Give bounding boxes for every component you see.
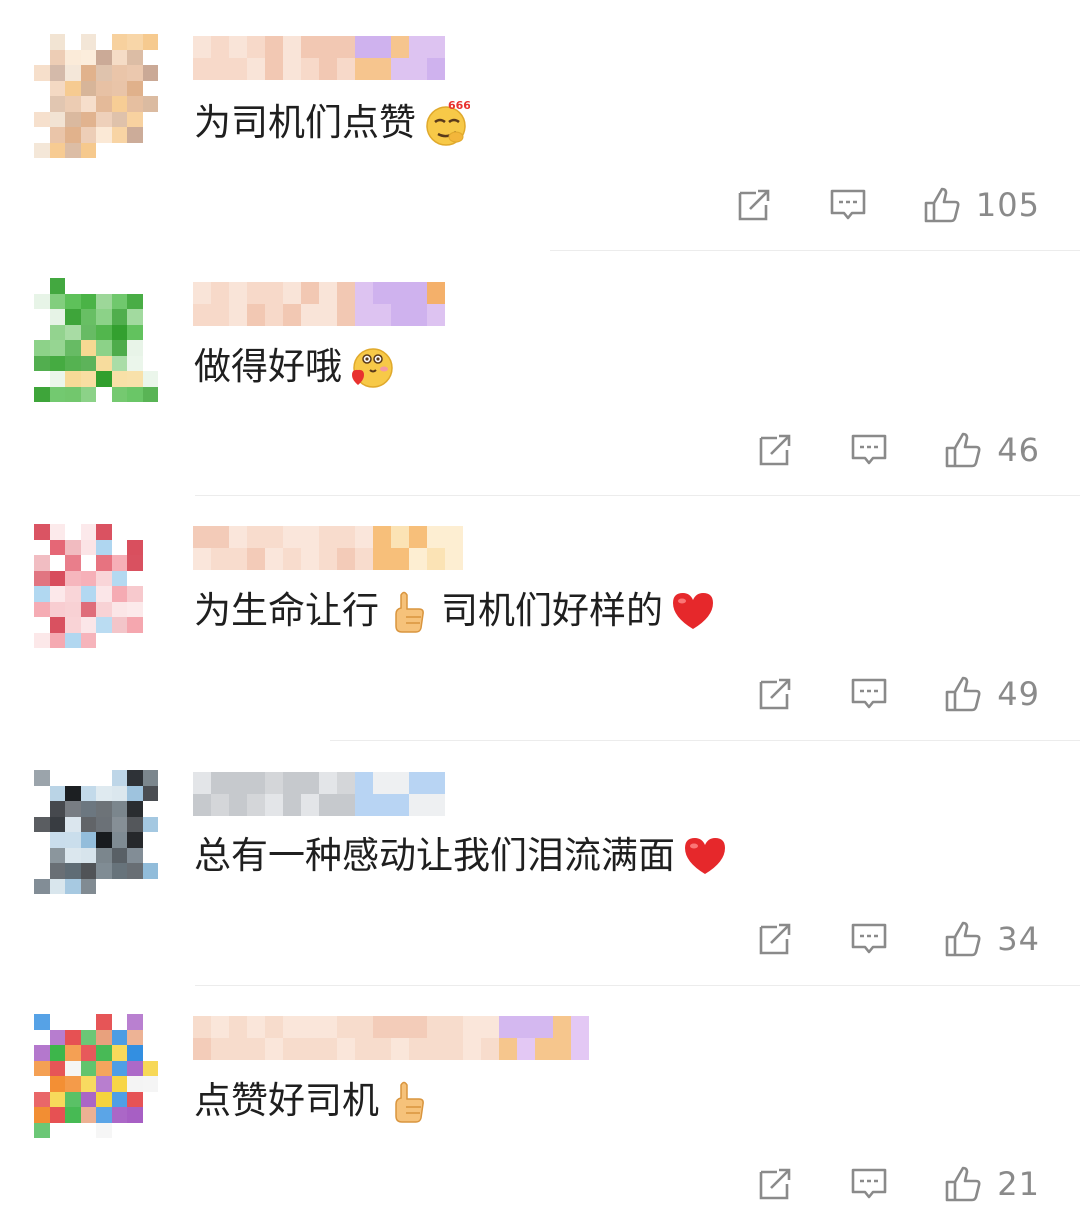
share-icon[interactable]	[755, 919, 795, 959]
comment-bubble-icon[interactable]	[849, 1164, 889, 1204]
share-icon[interactable]	[755, 430, 795, 470]
like-count: 21	[997, 1165, 1040, 1203]
like-count: 34	[997, 920, 1040, 958]
comment-actions: 49	[755, 672, 1040, 716]
svg-text:666: 666	[448, 99, 470, 112]
comment-actions: 105	[734, 183, 1040, 227]
username-blurred[interactable]	[193, 1016, 589, 1060]
like-count: 49	[997, 675, 1040, 713]
divider	[195, 495, 1080, 496]
comment-bubble-icon[interactable]	[828, 185, 868, 225]
avatar[interactable]	[34, 278, 158, 402]
comment-text-content-after: 司机们好样的	[441, 589, 663, 632]
avatar[interactable]	[34, 524, 158, 648]
comment-text: 为生命让行 司机们好样的	[194, 586, 721, 636]
divider	[550, 250, 1080, 251]
share-icon[interactable]	[755, 674, 795, 714]
comment-actions: 21	[755, 1162, 1040, 1206]
comment-text-content: 为司机们点赞	[194, 101, 416, 144]
red-heart-emoji	[669, 587, 721, 635]
comment-actions: 34	[755, 917, 1040, 961]
thumbs-up-icon[interactable]	[943, 674, 983, 714]
username-blurred[interactable]	[193, 282, 445, 326]
thumbs-up-icon[interactable]	[922, 185, 962, 225]
comment-text: 总有一种感动让我们泪流满面	[194, 831, 733, 881]
username-blurred[interactable]	[193, 772, 445, 816]
username-blurred[interactable]	[193, 526, 463, 570]
red-heart-emoji	[681, 832, 733, 880]
smirk-666-emoji: 666	[422, 99, 470, 147]
comment-bubble-icon[interactable]	[849, 674, 889, 714]
thumbs-up-icon[interactable]	[943, 1164, 983, 1204]
comment-text-content: 点赞好司机	[194, 1079, 379, 1122]
avatar[interactable]	[34, 34, 158, 158]
divider	[330, 740, 1080, 741]
like-count: 105	[975, 186, 1040, 224]
divider	[195, 985, 1080, 986]
thumbs-up-icon[interactable]	[943, 430, 983, 470]
thumbs-up-icon[interactable]	[943, 919, 983, 959]
like-count: 46	[997, 431, 1040, 469]
comment-text: 做得好哦	[194, 342, 396, 392]
thumbs-up-emoji	[385, 1077, 433, 1125]
comment-text-content: 总有一种感动让我们泪流满面	[194, 834, 675, 877]
comment-text-content: 做得好哦	[194, 345, 342, 388]
comment-actions: 46	[755, 428, 1040, 472]
avatar[interactable]	[34, 770, 158, 894]
share-icon[interactable]	[755, 1164, 795, 1204]
avatar[interactable]	[34, 1014, 158, 1138]
username-blurred[interactable]	[193, 36, 445, 80]
comment-text: 点赞好司机	[194, 1076, 433, 1126]
thumbs-up-emoji	[385, 587, 433, 635]
comment-text-content: 为生命让行	[194, 589, 379, 632]
comment-bubble-icon[interactable]	[849, 919, 889, 959]
comment-text: 为司机们点赞 666	[194, 98, 470, 148]
share-icon[interactable]	[734, 185, 774, 225]
heart-hug-emoji	[348, 343, 396, 391]
comment-bubble-icon[interactable]	[849, 430, 889, 470]
